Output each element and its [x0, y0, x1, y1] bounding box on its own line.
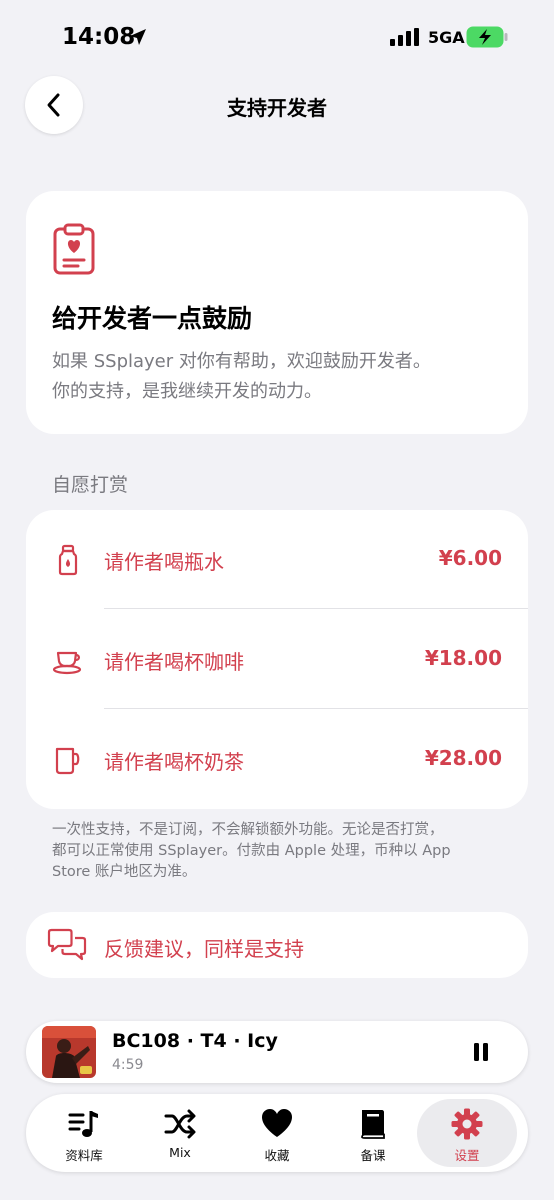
signal-bars-icon	[390, 28, 419, 46]
tip-label: 请作者喝杯咖啡	[104, 650, 244, 674]
hero-card: 给开发者一点鼓励 如果 SSplayer 对你有帮助，欢迎鼓励开发者。 你的支持…	[26, 191, 528, 434]
tip-option-water[interactable]: 请作者喝瓶水 ¥6.00	[26, 510, 528, 610]
footnote-line: 一次性支持，不是订阅，不会解锁额外功能。无论是否打赏，	[52, 822, 444, 838]
tips-footnote: 一次性支持，不是订阅，不会解锁额外功能。无论是否打赏， 都可以正常使用 SSpl…	[52, 820, 512, 883]
tip-options-card: 请作者喝瓶水 ¥6.00 请作者喝杯咖啡 ¥18.00 请作者喝杯奶茶 ¥28.…	[26, 510, 528, 809]
location-arrow-icon	[130, 29, 146, 45]
tip-price: ¥18.00	[424, 646, 502, 670]
tip-option-milk-tea[interactable]: 请作者喝杯奶茶 ¥28.00	[26, 710, 528, 810]
mug-icon	[55, 747, 80, 775]
coffee-cup-icon	[52, 651, 82, 675]
shuffle-icon	[164, 1109, 196, 1139]
section-label-tips: 自愿打赏	[52, 474, 129, 496]
heart-icon	[262, 1109, 292, 1137]
tab-settings[interactable]: 设置	[417, 1099, 517, 1167]
water-bottle-icon	[58, 544, 78, 576]
tab-library[interactable]: 资料库	[34, 1099, 134, 1167]
page-title: 支持开发者	[227, 96, 327, 120]
pause-icon	[474, 1043, 488, 1061]
tab-label: 资料库	[65, 1148, 103, 1163]
divider	[104, 708, 528, 709]
chat-bubbles-icon	[47, 928, 87, 961]
tip-option-coffee[interactable]: 请作者喝杯咖啡 ¥18.00	[26, 610, 528, 710]
tab-label: 设置	[454, 1148, 480, 1163]
tip-label: 请作者喝瓶水	[104, 550, 224, 574]
status-bar: 14:08 5GA	[0, 0, 554, 76]
tab-label: 收藏	[264, 1148, 290, 1163]
feedback-button[interactable]: 反馈建议，同样是支持	[26, 912, 528, 978]
hero-desc-line: 你的支持，是我继续开发的动力。	[52, 381, 322, 402]
tab-favorites[interactable]: 收藏	[227, 1099, 327, 1167]
tab-label: Mix	[169, 1145, 191, 1160]
tab-mix[interactable]: Mix	[130, 1099, 230, 1167]
music-library-icon	[68, 1111, 98, 1137]
hero-desc-line: 如果 SSplayer 对你有帮助，欢迎鼓励开发者。	[52, 351, 431, 372]
footnote-line: 都可以正常使用 SSplayer。付款由 Apple 处理，币种以 App	[52, 843, 451, 859]
feedback-label: 反馈建议，同样是支持	[104, 937, 304, 961]
album-art-image	[42, 1026, 96, 1078]
hero-description: 如果 SSplayer 对你有帮助，欢迎鼓励开发者。 你的支持，是我继续开发的动…	[52, 347, 512, 407]
network-label: 5GA	[428, 28, 465, 47]
tip-price: ¥28.00	[424, 746, 502, 770]
tab-label: 备课	[360, 1148, 386, 1163]
mini-player[interactable]: BC108 · T4 · Icy 4:59	[26, 1021, 528, 1083]
tip-label: 请作者喝杯奶茶	[104, 750, 244, 774]
divider	[104, 608, 528, 609]
tab-lesson-prep[interactable]: 备课	[323, 1099, 423, 1167]
track-title: BC108 · T4 · Icy	[112, 1030, 278, 1052]
status-time: 14:08	[62, 24, 136, 50]
tip-price: ¥6.00	[438, 546, 502, 570]
clipboard-heart-icon	[53, 223, 95, 275]
hero-heading: 给开发者一点鼓励	[52, 304, 253, 333]
gear-icon	[451, 1108, 483, 1140]
album-art	[42, 1026, 96, 1078]
tab-bar: 资料库 Mix 收藏 备课 设置	[26, 1094, 528, 1172]
pause-button[interactable]	[466, 1037, 496, 1067]
book-icon	[361, 1110, 385, 1139]
battery-charging-icon	[466, 26, 508, 48]
track-time: 4:59	[112, 1057, 144, 1073]
footnote-line: Store 账户地区为准。	[52, 864, 197, 880]
